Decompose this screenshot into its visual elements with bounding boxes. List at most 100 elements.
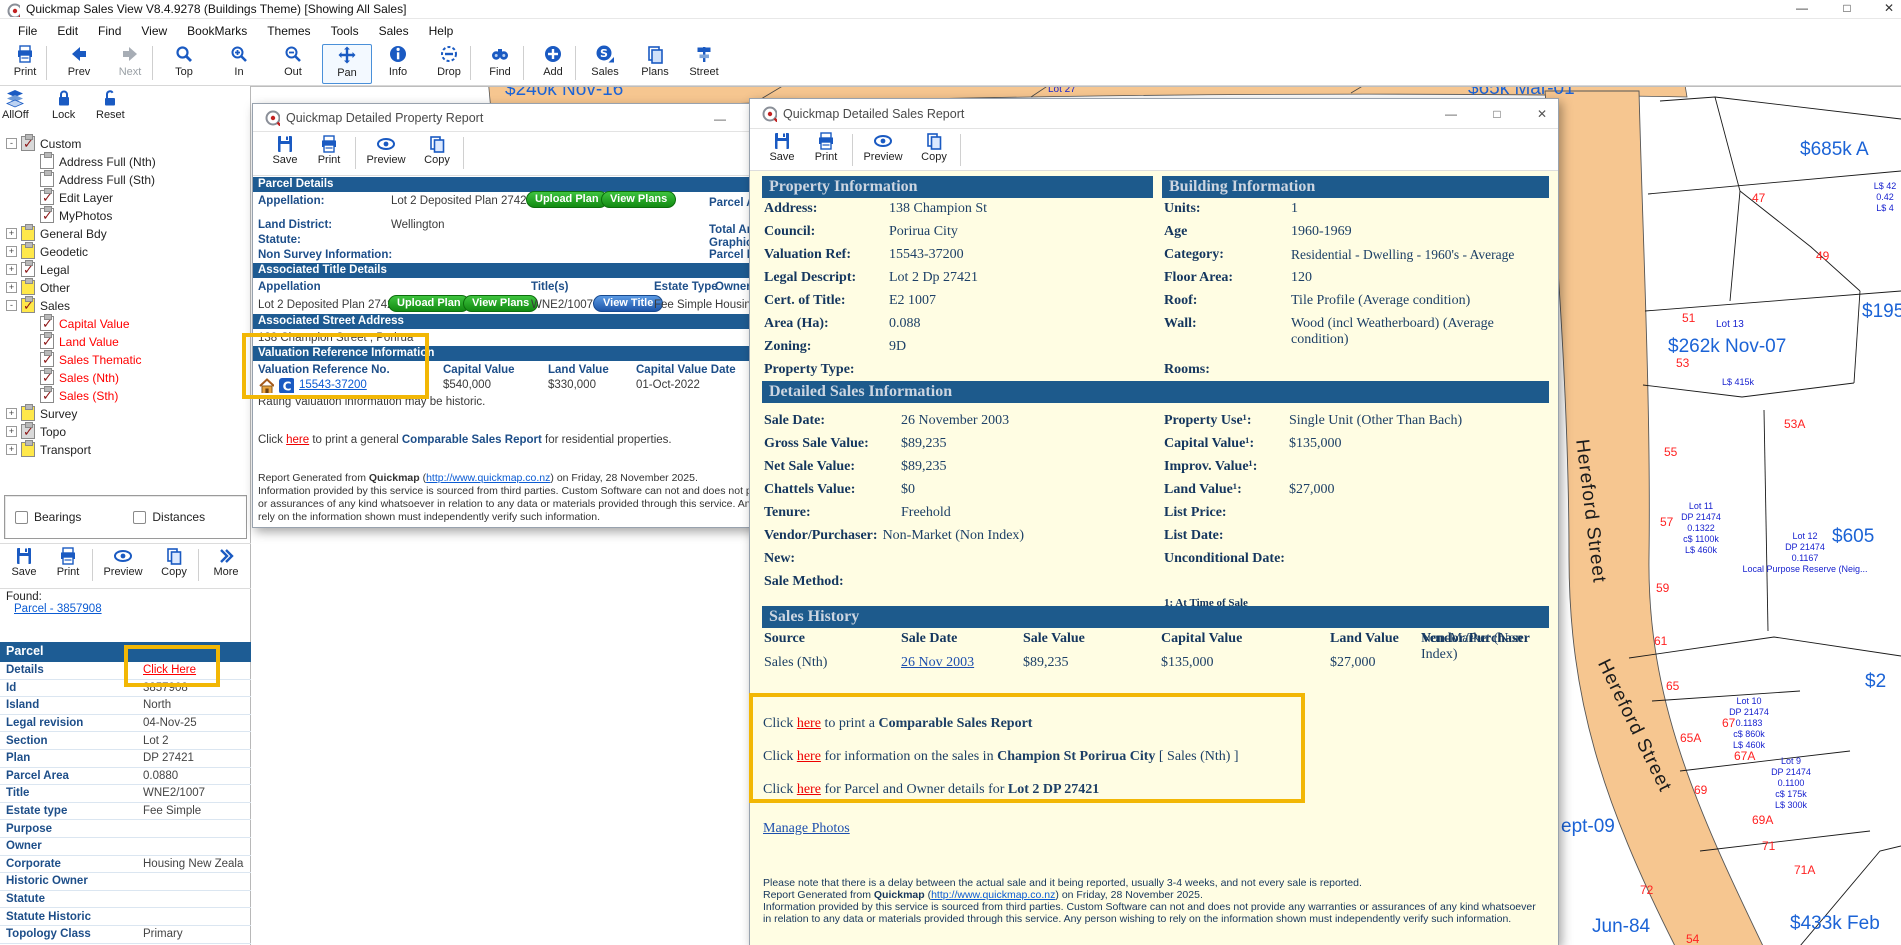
next-button[interactable]: Next bbox=[105, 44, 155, 84]
copy-button[interactable]: Copy bbox=[910, 131, 958, 163]
distances-option[interactable]: Distances bbox=[133, 510, 205, 524]
menu-edit[interactable]: Edit bbox=[47, 21, 88, 41]
menu-themes[interactable]: Themes bbox=[257, 21, 320, 41]
found-parcel-link[interactable]: Parcel - 3857908 bbox=[14, 603, 102, 615]
layer-checkbox[interactable] bbox=[21, 262, 35, 277]
lock-button[interactable]: Lock bbox=[52, 88, 75, 130]
layer-item[interactable]: +Survey bbox=[6, 405, 77, 422]
save-button[interactable]: Save bbox=[0, 546, 48, 578]
layer-item[interactable]: +Other bbox=[6, 279, 70, 296]
layer-item[interactable]: +General Bdy bbox=[6, 225, 107, 242]
plans-button[interactable]: Plans bbox=[630, 44, 680, 84]
menu-bookmarks[interactable]: BookMarks bbox=[177, 21, 257, 41]
layer-checkbox[interactable] bbox=[40, 370, 54, 385]
layer-checkbox[interactable] bbox=[21, 424, 35, 439]
copy-button[interactable]: Copy bbox=[150, 546, 198, 578]
menu-tools[interactable]: Tools bbox=[321, 21, 369, 41]
add-button[interactable]: Add bbox=[528, 44, 578, 84]
maximize-button[interactable]: □ bbox=[1482, 107, 1512, 121]
layer-checkbox[interactable] bbox=[40, 316, 54, 331]
layer-checkbox[interactable] bbox=[21, 406, 35, 421]
menu-view[interactable]: View bbox=[131, 21, 177, 41]
print-button[interactable]: Print bbox=[305, 134, 353, 166]
minimize-button[interactable]: — bbox=[1436, 107, 1466, 121]
bearings-checkbox[interactable] bbox=[15, 511, 28, 524]
layer-item[interactable]: +Legal bbox=[6, 261, 69, 278]
layer-item[interactable]: Sales (Sth) bbox=[40, 387, 118, 404]
layer-item[interactable]: Edit Layer bbox=[40, 189, 113, 206]
valuation-ref-link[interactable]: 15543-37200 bbox=[299, 379, 367, 391]
property-report-titlebar[interactable]: Quickmap Detailed Property Report — bbox=[253, 104, 794, 132]
copy-button[interactable]: Copy bbox=[413, 134, 461, 166]
layer-checkbox[interactable] bbox=[21, 244, 35, 259]
minimize-button[interactable]: — bbox=[1787, 1, 1817, 15]
layer-checkbox[interactable] bbox=[21, 226, 35, 241]
parcel-details-link[interactable]: Click Here bbox=[143, 664, 196, 676]
sale-date-link[interactable]: 26 Nov 2003 bbox=[901, 655, 974, 671]
layer-checkbox[interactable] bbox=[40, 334, 54, 349]
layer-checkbox[interactable] bbox=[21, 136, 35, 151]
layer-checkbox[interactable] bbox=[40, 154, 54, 169]
reset-button[interactable]: Reset bbox=[96, 88, 125, 130]
street-button[interactable]: Street bbox=[679, 44, 729, 84]
zoom-out-button[interactable]: Out bbox=[268, 44, 318, 84]
layer-item[interactable]: Land Value bbox=[40, 333, 119, 350]
layer-checkbox[interactable] bbox=[40, 208, 54, 223]
prev-button[interactable]: Prev bbox=[54, 44, 104, 84]
layer-item[interactable]: +Transport bbox=[6, 441, 91, 458]
find-button[interactable]: Find bbox=[475, 44, 525, 84]
close-button[interactable]: ✕ bbox=[1527, 107, 1557, 121]
layer-checkbox[interactable] bbox=[40, 388, 54, 403]
layer-checkbox[interactable] bbox=[21, 442, 35, 457]
layer-item[interactable]: MyPhotos bbox=[40, 207, 112, 224]
pan-button[interactable]: Pan bbox=[322, 44, 372, 84]
view-title-button[interactable]: View Title bbox=[593, 295, 663, 312]
layer-item-custom[interactable]: -Custom bbox=[6, 135, 81, 152]
print-button[interactable]: Print bbox=[44, 546, 92, 578]
print-button[interactable]: Print bbox=[802, 131, 850, 163]
layer-item[interactable]: +Geodetic bbox=[6, 243, 88, 260]
view-plans-button[interactable]: View Plans bbox=[463, 295, 538, 312]
layer-item[interactable]: +Topo bbox=[6, 423, 66, 440]
layer-checkbox[interactable] bbox=[40, 172, 54, 187]
here-link[interactable]: here bbox=[797, 749, 821, 764]
upload-plan-button[interactable]: Upload Plan bbox=[388, 295, 470, 312]
layer-item[interactable]: Sales Thematic bbox=[40, 351, 141, 368]
manage-photos-link[interactable]: Manage Photos bbox=[763, 821, 850, 837]
minimize-button[interactable]: — bbox=[705, 112, 735, 126]
distances-checkbox[interactable] bbox=[133, 511, 146, 524]
sales-report-titlebar[interactable]: Quickmap Detailed Sales Report — □ ✕ bbox=[750, 99, 1558, 129]
quickmap-url-link[interactable]: http://www.quickmap.co.nz bbox=[426, 472, 550, 484]
info-button[interactable]: Info bbox=[373, 44, 423, 84]
drop-button[interactable]: Drop bbox=[424, 44, 474, 84]
here-link[interactable]: here bbox=[286, 434, 309, 446]
close-button[interactable]: ✕ bbox=[1874, 1, 1901, 15]
layer-checkbox[interactable] bbox=[21, 298, 35, 313]
bearings-option[interactable]: Bearings bbox=[15, 510, 81, 524]
print-button[interactable]: Print bbox=[0, 44, 50, 84]
save-button[interactable]: Save bbox=[758, 131, 806, 163]
layer-item-sales[interactable]: -Sales bbox=[6, 297, 70, 314]
more-button[interactable]: More bbox=[202, 546, 250, 578]
upload-plan-button[interactable]: Upload Plan bbox=[526, 191, 608, 208]
top-button[interactable]: Top bbox=[159, 44, 209, 84]
here-link[interactable]: here bbox=[797, 716, 821, 731]
maximize-button[interactable]: □ bbox=[1832, 1, 1862, 15]
layer-checkbox[interactable] bbox=[40, 190, 54, 205]
save-button[interactable]: Save bbox=[261, 134, 309, 166]
preview-button[interactable]: Preview bbox=[96, 546, 150, 578]
menu-sales[interactable]: Sales bbox=[369, 21, 419, 41]
preview-button[interactable]: Preview bbox=[359, 134, 413, 166]
layer-item[interactable]: Sales (Nth) bbox=[40, 369, 119, 386]
layer-item[interactable]: Capital Value bbox=[40, 315, 130, 332]
menu-find[interactable]: Find bbox=[88, 21, 131, 41]
preview-button[interactable]: Preview bbox=[856, 131, 910, 163]
sales-button[interactable]: Sales bbox=[580, 44, 630, 84]
menu-help[interactable]: Help bbox=[419, 21, 464, 41]
layer-checkbox[interactable] bbox=[21, 280, 35, 295]
zoom-in-button[interactable]: In bbox=[214, 44, 264, 84]
here-link[interactable]: here bbox=[797, 782, 821, 797]
layer-checkbox[interactable] bbox=[40, 352, 54, 367]
layer-item[interactable]: Address Full (Nth) bbox=[40, 153, 156, 170]
layer-item[interactable]: Address Full (Sth) bbox=[40, 171, 155, 188]
